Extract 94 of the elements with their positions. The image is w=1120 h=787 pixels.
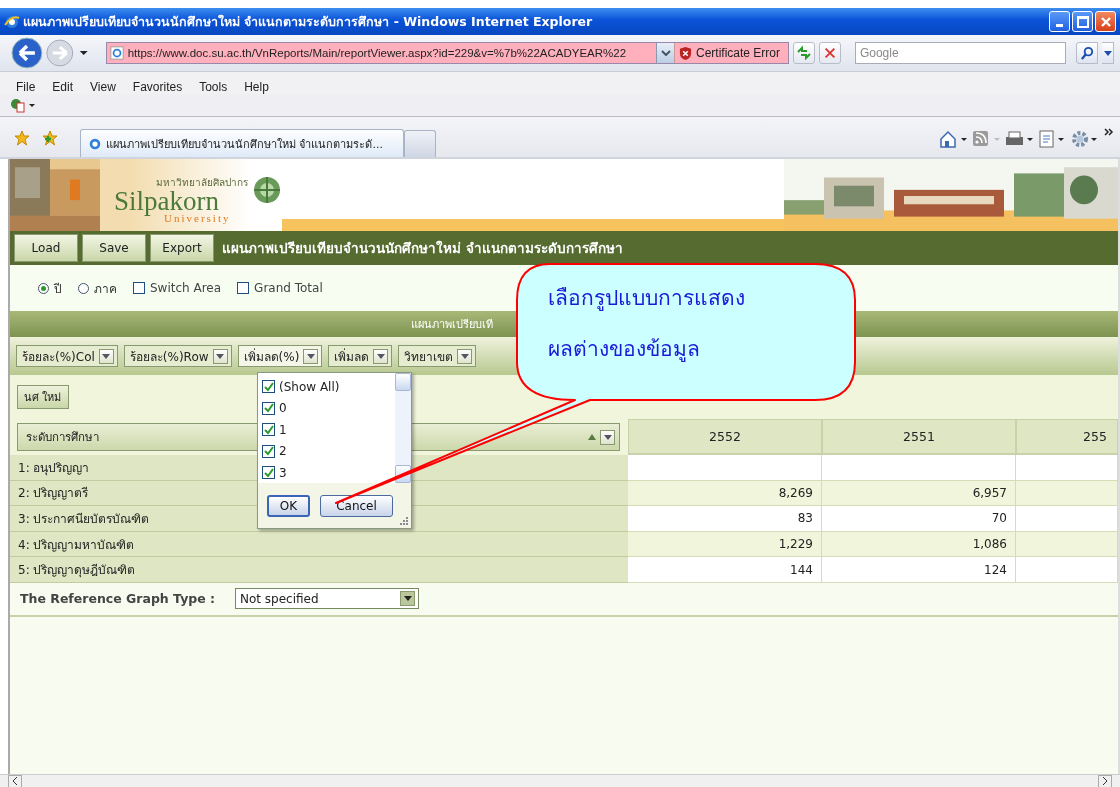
toolbar-button[interactable]: Save [82, 234, 146, 262]
star-icon[interactable] [14, 130, 30, 146]
toolbar-button[interactable]: Load [14, 234, 78, 262]
shield-icon [679, 45, 692, 61]
option-label: ภาค [94, 280, 117, 298]
home-icon[interactable] [939, 130, 969, 148]
filter-option-label: 3 [279, 465, 287, 480]
vertical-scrollbar[interactable] [395, 373, 411, 483]
resize-grip-icon[interactable] [398, 515, 408, 525]
page-icon [109, 46, 124, 60]
stop-button[interactable] [818, 42, 841, 64]
browser-icon [4, 13, 20, 30]
option-label: Grand Total [254, 281, 323, 295]
checkbox[interactable] [262, 466, 275, 480]
address-field[interactable]: https://www.doc.su.ac.th/VnReports/Main/reportViewer.aspx?id=229&v=%7b%22ACADYEAR%22 Certificate Error [105, 42, 790, 64]
dialog-button[interactable]: Cancel [320, 494, 393, 517]
menu-item[interactable]: View [90, 80, 116, 94]
table-cell: 1,229 [628, 531, 822, 558]
checkbox[interactable] [262, 423, 275, 437]
report-title: แผนภาพเปรียบเทียบจำนวนนักศึกษาใหม่ จำแนกตามระดับการศึกษา [222, 239, 623, 258]
menu-item[interactable]: Tools [199, 80, 228, 94]
minimize-button[interactable] [1049, 11, 1070, 32]
filter-field-button[interactable]: เพิ่มลด(%) [237, 345, 323, 367]
search-field[interactable]: Google [854, 42, 1067, 64]
row-header: 5: ปริญญาดุษฎีบัณฑิต [10, 557, 628, 583]
chevron-icon[interactable] [1104, 128, 1114, 136]
emblem-icon [252, 175, 282, 205]
option-label: ปี [54, 280, 62, 298]
sort-up-icon [588, 434, 596, 440]
data-field-button[interactable]: นศ ใหม่ [17, 385, 69, 409]
certificate-error-button[interactable]: Certificate Error [674, 43, 789, 63]
browser-tab[interactable]: แผนภาพเปรียบเทียบจำนวนนักศึกษาใหม่ จำแนกตามระดั... [80, 129, 404, 157]
print-icon[interactable] [1005, 130, 1035, 148]
logo-subtitle: University [164, 212, 232, 224]
refresh-button[interactable] [793, 42, 815, 64]
graph-type-select[interactable]: Not specified [235, 588, 419, 610]
chevron-down-icon [660, 50, 671, 56]
callout-text: ผลต่างของข้อมูล [548, 336, 701, 364]
close-button[interactable] [1095, 11, 1116, 32]
checkbox[interactable] [133, 282, 145, 294]
back-forward-icon[interactable] [10, 36, 90, 70]
column-header: 2552 [628, 419, 822, 455]
column-header: 255 [1016, 419, 1118, 455]
checkbox[interactable] [237, 282, 250, 294]
window-title: แผนภาพเปรียบเทียบจำนวนนักศึกษาใหม่ จำแนกตามระดับการศึกษา - Windows Internet Explorer [23, 12, 593, 31]
stop-icon [822, 46, 837, 60]
caret-icon [1103, 50, 1112, 56]
search-button[interactable] [1076, 42, 1099, 64]
filter-field-button[interactable]: ร้อยละ(%)Col [16, 345, 118, 367]
table-cell: 124 [822, 557, 1016, 583]
menu-item[interactable]: File [16, 80, 36, 94]
option-label: Switch Area [150, 281, 222, 295]
dialog-button[interactable]: OK [267, 494, 310, 517]
restore-button[interactable] [1072, 11, 1093, 32]
search-icon [1079, 45, 1095, 61]
filter-field-button[interactable]: เพิ่มลด [328, 345, 393, 367]
horizontal-scrollbar[interactable] [0, 774, 1120, 787]
filter-field-button[interactable]: วิทยาเขต [398, 345, 477, 367]
dropdown-button[interactable] [656, 43, 674, 63]
table-cell: 6,957 [822, 480, 1016, 507]
checkbox[interactable] [262, 401, 275, 415]
reference-graph-label: The Reference Graph Type : [20, 591, 217, 607]
search-options-button[interactable] [1102, 42, 1114, 64]
radio-button[interactable] [38, 282, 49, 294]
filter-field-button[interactable]: ร้อยละ(%)Row [123, 345, 232, 367]
globe-document-icon[interactable] [10, 97, 36, 113]
checkbox[interactable] [262, 380, 275, 394]
refresh-icon [796, 45, 812, 61]
table-cell: 70 [822, 506, 1016, 532]
filter-option-label: 1 [279, 422, 287, 437]
add-star-icon[interactable] [42, 130, 58, 146]
chart-title: แผนภาพเปรียบเที [411, 317, 493, 333]
table-cell: 1,086 [822, 531, 1016, 558]
callout-text: เลือกรูปแบบการแสดง [548, 285, 745, 313]
feed-icon[interactable] [972, 130, 1002, 148]
menu-item[interactable]: Help [244, 80, 269, 94]
filter-option-label: (Show All) [279, 379, 340, 394]
table-cell: 144 [628, 557, 822, 583]
url-text: https://www.doc.su.ac.th/VnReports/Main/reportViewer.aspx?id=229&v=%7b%22ACADYEAR%22 [127, 47, 628, 59]
toolbar-button[interactable]: Export [150, 234, 214, 262]
radio-button[interactable] [78, 282, 89, 294]
close-icon [1099, 15, 1112, 28]
scroll-right-icon[interactable] [1098, 774, 1112, 787]
menu-item[interactable]: Edit [52, 80, 74, 94]
menu-item[interactable]: Favorites [132, 80, 183, 94]
browser-icon [88, 136, 102, 151]
logo-thai-text: มหาวิทยาลัยศิลปากร [156, 176, 249, 190]
row-header: 4: ปริญญามหาบัณฑิต [10, 531, 628, 558]
table-cell: 8,269 [628, 480, 822, 507]
table-cell: 83 [628, 506, 822, 532]
column-header: 2551 [822, 419, 1016, 455]
scroll-left-icon[interactable] [8, 774, 22, 787]
filter-option-label: 0 [279, 401, 287, 416]
checkbox[interactable] [262, 444, 275, 458]
